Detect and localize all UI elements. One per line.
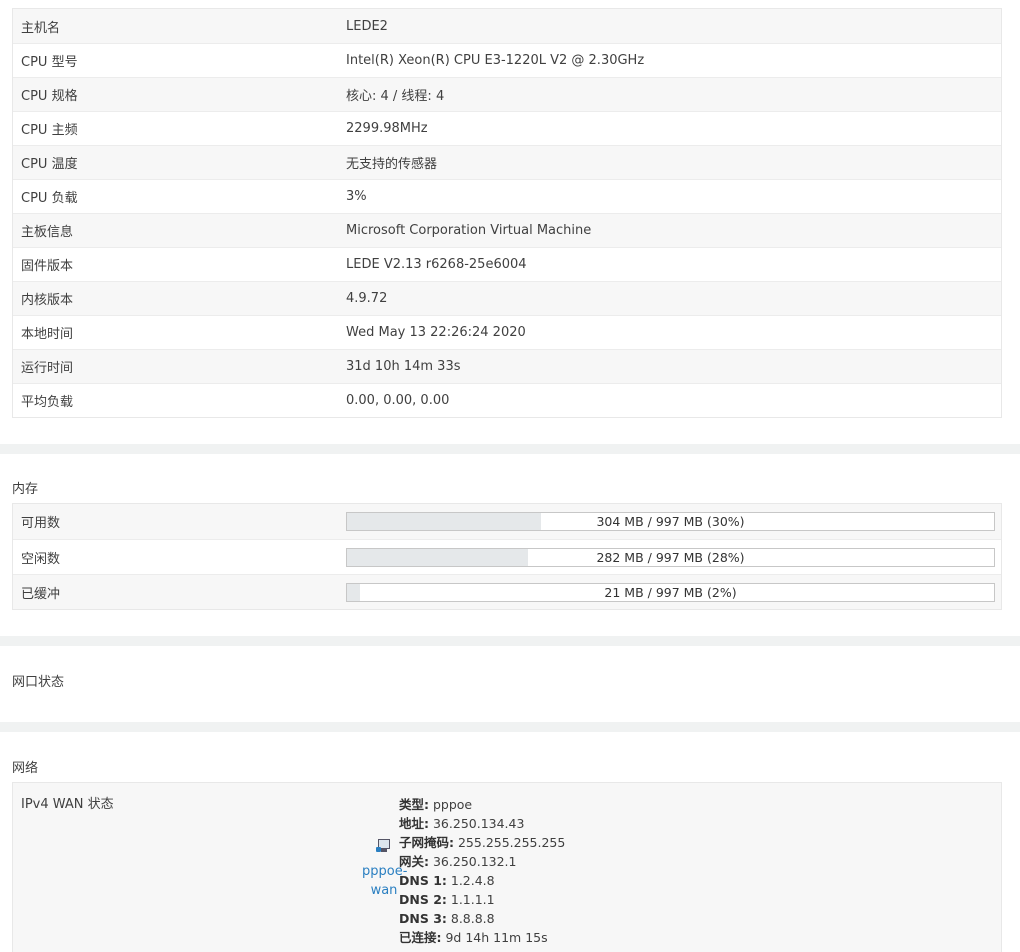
- memory-row-buffered: 已缓冲 21 MB / 997 MB (2%): [13, 574, 1001, 609]
- wan-detail-dns1: DNS 1: 1.2.4.8: [399, 873, 495, 888]
- network-table: IPv4 WAN 状态 pppoe-wan 类型: pppoe 地址: 36.2…: [12, 782, 1002, 952]
- wan-status-label: IPv4 WAN 状态: [21, 797, 114, 812]
- memory-available-progress: 304 MB / 997 MB (30%): [346, 512, 995, 531]
- row-value: 2299.98MHz: [346, 121, 428, 136]
- wan-detail-type: 类型: pppoe: [399, 797, 473, 812]
- system-row-board: 主板信息 Microsoft Corporation Virtual Machin…: [13, 213, 1001, 247]
- memory-section-title: 内存: [12, 482, 39, 497]
- system-row-cpu-load: CPU 负载 3%: [13, 179, 1001, 213]
- row-label: 本地时间: [21, 327, 74, 342]
- row-value: LEDE2: [346, 18, 388, 34]
- wan-detail-dns2: DNS 2: 1.1.1.1: [399, 892, 495, 907]
- row-value: 无支持的传感器: [346, 157, 438, 172]
- system-row-firmware: 固件版本 LEDE V2.13 r6268-25e6004: [13, 247, 1001, 281]
- row-value: Wed May 13 22:26:24 2020: [346, 325, 526, 340]
- row-value: Microsoft Corporation Virtual Machine: [346, 223, 592, 238]
- system-row-cpu-temp: CPU 温度 无支持的传感器: [13, 145, 1001, 179]
- row-label: CPU 主频: [21, 123, 78, 138]
- row-label: 已缓冲: [21, 586, 61, 602]
- row-value: LEDE V2.13 r6268-25e6004: [346, 257, 527, 272]
- memory-buffered-progress: 21 MB / 997 MB (2%): [346, 582, 995, 602]
- wan-detail-gateway: 网关: 36.250.132.1: [399, 854, 517, 869]
- memory-table: 可用数 304 MB / 997 MB (30%) 空闲数 282 MB / 9…: [12, 503, 1002, 610]
- row-label: 主板信息: [21, 225, 74, 240]
- network-section-title: 网络: [12, 761, 39, 776]
- port-status-section-title: 网口状态: [12, 675, 65, 690]
- wan-detail-address: 地址: 36.250.134.43: [399, 816, 525, 831]
- row-label: 空闲数: [21, 551, 61, 567]
- memory-row-free: 空闲数 282 MB / 997 MB (28%): [13, 539, 1001, 574]
- memory-row-available: 可用数 304 MB / 997 MB (30%): [13, 504, 1001, 539]
- system-row-cpu-model: CPU 型号 Intel(R) Xeon(R) CPU E3-1220L V2 @…: [13, 43, 1001, 77]
- row-label: CPU 规格: [21, 89, 78, 104]
- row-label: CPU 负载: [21, 191, 78, 206]
- wan-detail-connected: 已连接: 9d 14h 11m 15s: [399, 930, 548, 945]
- system-info-table: 主机名 LEDE2 CPU 型号 Intel(R) Xeon(R) CPU E3-1…: [12, 8, 1002, 418]
- system-row-hostname: 主机名 LEDE2: [13, 9, 1001, 43]
- row-value: 3%: [346, 189, 367, 204]
- section-divider: [0, 444, 1020, 454]
- row-value: Intel(R) Xeon(R) CPU E3-1220L V2 @ 2.30G…: [346, 53, 645, 68]
- row-value: 0.00, 0.00, 0.00: [346, 393, 450, 408]
- row-label: CPU 温度: [21, 157, 78, 172]
- row-label: 运行时间: [21, 361, 74, 376]
- row-value: 4.9.72: [346, 291, 388, 306]
- section-divider: [0, 722, 1020, 732]
- system-row-kernel: 内核版本 4.9.72: [13, 281, 1001, 315]
- row-label: 可用数: [21, 516, 61, 531]
- wan-detail-dns3: DNS 3: 8.8.8.8: [399, 911, 495, 926]
- row-label: 内核版本: [21, 293, 74, 308]
- memory-free-progress: 282 MB / 997 MB (28%): [346, 547, 995, 567]
- system-row-cpu-spec: CPU 规格 核心: 4 / 线程: 4: [13, 77, 1001, 111]
- network-interface-icon: [376, 838, 392, 854]
- row-label: 平均负载: [21, 395, 74, 410]
- progress-text: 282 MB / 997 MB (28%): [596, 549, 745, 565]
- system-row-local-time: 本地时间 Wed May 13 22:26:24 2020: [13, 315, 1001, 349]
- progress-text: 304 MB / 997 MB (30%): [596, 514, 745, 529]
- row-value: 核心: 4 / 线程: 4: [346, 89, 445, 104]
- row-label: 主机名: [21, 20, 61, 36]
- wan-detail-netmask: 子网掩码: 255.255.255.255: [399, 835, 566, 850]
- row-value: 31d 10h 14m 33s: [346, 359, 461, 374]
- progress-text: 21 MB / 997 MB (2%): [604, 584, 737, 600]
- section-divider: [0, 636, 1020, 646]
- system-row-cpu-freq: CPU 主频 2299.98MHz: [13, 111, 1001, 145]
- row-label: 固件版本: [21, 259, 74, 274]
- system-row-load-average: 平均负载 0.00, 0.00, 0.00: [13, 383, 1001, 417]
- system-row-uptime: 运行时间 31d 10h 14m 33s: [13, 349, 1001, 383]
- wan-details: 类型: pppoe 地址: 36.250.134.43 子网掩码: 255.25…: [399, 795, 565, 947]
- row-label: CPU 型号: [21, 55, 78, 70]
